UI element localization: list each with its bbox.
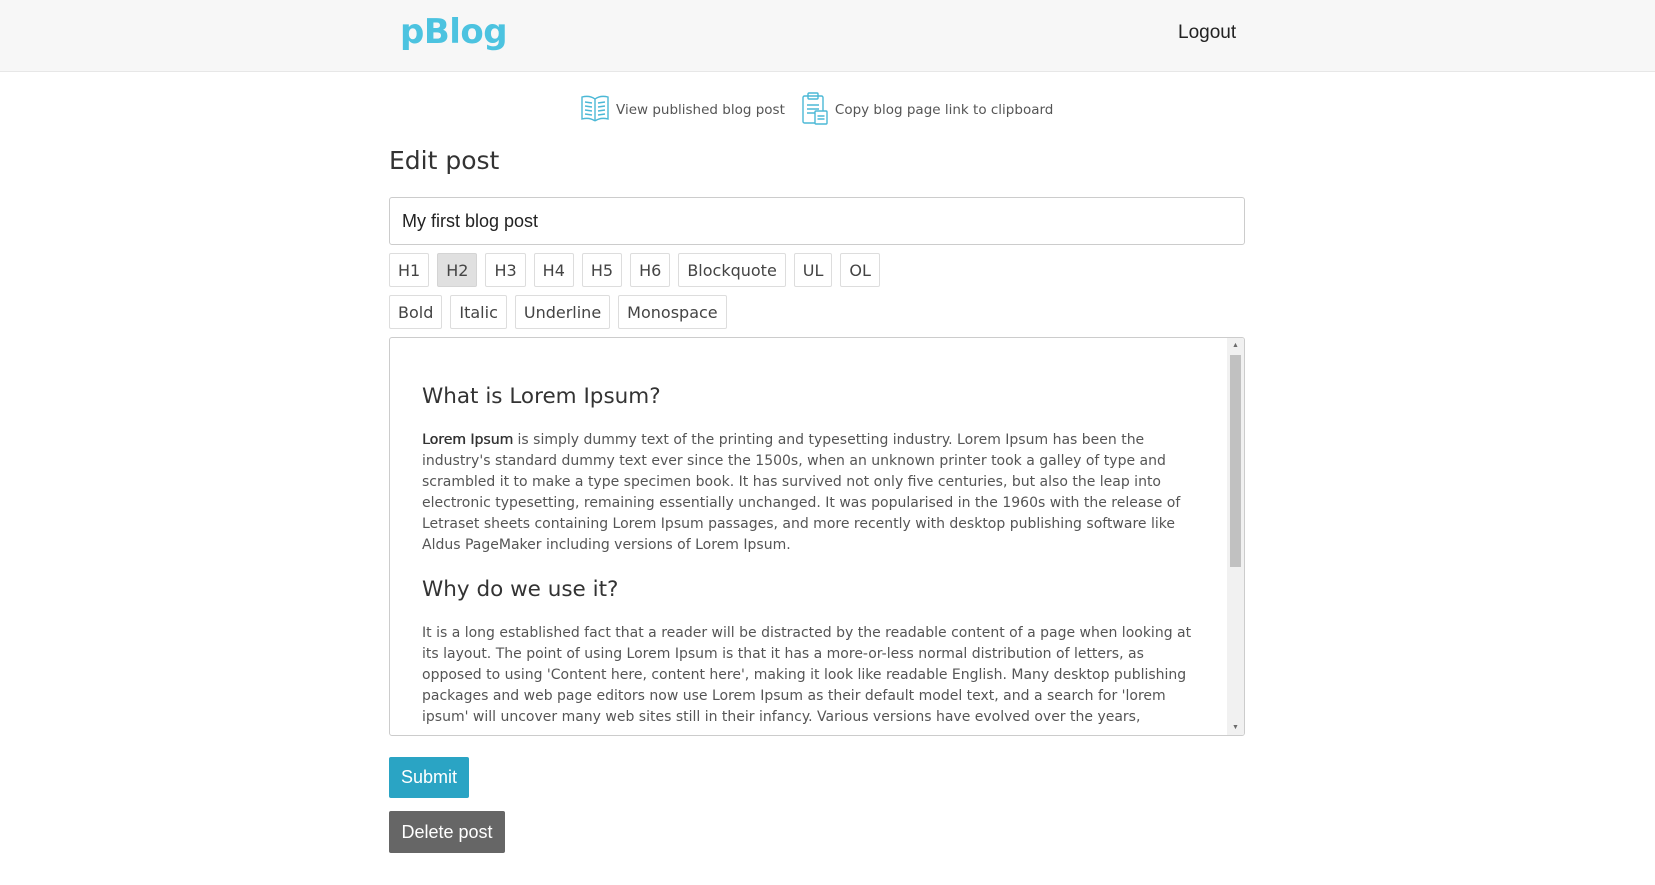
scroll-thumb[interactable] — [1230, 355, 1241, 567]
post-actions: View published blog post Copy blog page … — [580, 91, 1053, 129]
delete-post-button[interactable]: Delete post — [389, 811, 505, 853]
scroll-up-arrow-icon[interactable]: ▲ — [1227, 338, 1244, 353]
post-body-editor[interactable]: What is Lorem Ipsum? Lorem Ipsum is simp… — [389, 337, 1245, 736]
paragraph-text: is simply dummy text of the printing and… — [422, 432, 1181, 553]
open-book-icon — [580, 92, 610, 128]
ordered-list-button[interactable]: OL — [840, 253, 880, 287]
monospace-button[interactable]: Monospace — [618, 295, 727, 329]
unordered-list-button[interactable]: UL — [793, 253, 833, 287]
bold-button[interactable]: Bold — [389, 295, 443, 329]
copy-link-button[interactable]: Copy blog page link to clipboard — [801, 91, 1053, 129]
h4-button[interactable]: H4 — [533, 253, 574, 287]
bold-text: Lorem Ipsum — [422, 432, 514, 448]
italic-button[interactable]: Italic — [450, 295, 507, 329]
scroll-down-arrow-icon[interactable]: ▼ — [1227, 720, 1244, 735]
page-title: Edit post — [389, 146, 500, 175]
view-published-link[interactable]: View published blog post — [580, 92, 785, 128]
h1-button[interactable]: H1 — [389, 253, 430, 287]
formatting-toolbar-headings: H1 H2 H3 H4 H5 H6 Blockquote UL OL — [389, 253, 888, 287]
blockquote-button[interactable]: Blockquote — [678, 253, 786, 287]
h6-button[interactable]: H6 — [630, 253, 671, 287]
h5-button[interactable]: H5 — [581, 253, 623, 287]
content-heading: What is Lorem Ipsum? — [422, 384, 661, 409]
underline-button[interactable]: Underline — [514, 295, 611, 329]
clipboard-icon — [801, 91, 829, 129]
editor-content[interactable]: What is Lorem Ipsum? Lorem Ipsum is simp… — [390, 338, 1227, 735]
view-published-label: View published blog post — [616, 102, 785, 118]
content-heading: Why do we use it? — [422, 577, 619, 602]
content-paragraph: It is a long established fact that a rea… — [422, 625, 1192, 725]
h3-button[interactable]: H3 — [485, 253, 526, 287]
editor-scrollbar[interactable]: ▲ ▼ — [1227, 338, 1244, 735]
post-title-input[interactable] — [389, 197, 1245, 245]
h2-button[interactable]: H2 — [437, 253, 478, 287]
logout-link[interactable]: Logout — [1178, 22, 1236, 44]
content-paragraph: Lorem Ipsum is simply dummy text of the … — [422, 430, 1195, 556]
copy-link-label: Copy blog page link to clipboard — [834, 102, 1054, 118]
top-navbar: pBlog Logout — [0, 0, 1655, 72]
brand-logo[interactable]: pBlog — [400, 12, 508, 52]
formatting-toolbar-styles: Bold Italic Underline Monospace — [389, 295, 735, 329]
submit-button[interactable]: Submit — [389, 757, 469, 798]
